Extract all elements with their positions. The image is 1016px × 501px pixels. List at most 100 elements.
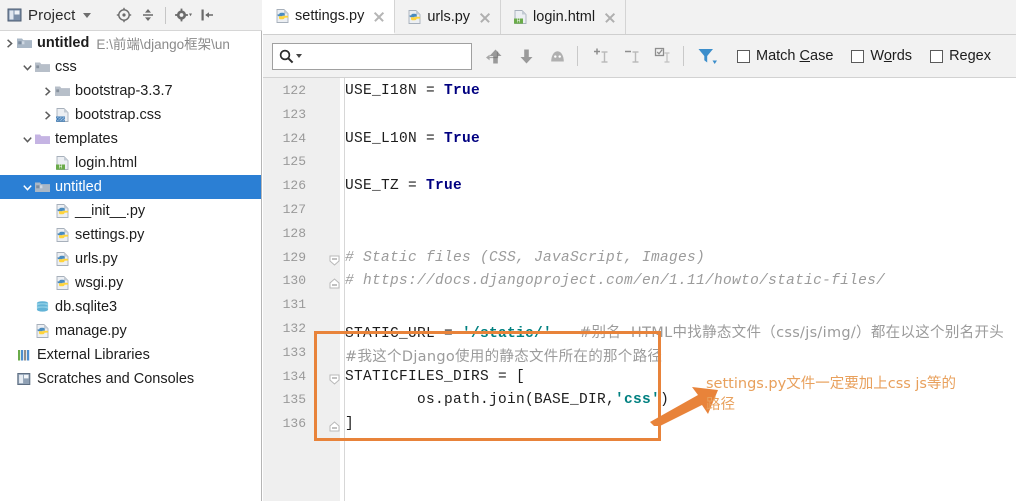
search-input <box>302 43 485 69</box>
tree-item-bootstrap-3-3-7[interactable]: bootstrap-3.3.7 <box>0 79 261 103</box>
tree-item-settings-py[interactable]: settings.py <box>0 223 261 247</box>
editor-tab-label: settings.py <box>295 8 365 24</box>
hide-panel-icon[interactable] <box>196 4 218 26</box>
tree-item-untitled[interactable]: untitled <box>0 175 261 199</box>
fold-start-icon[interactable] <box>329 372 340 385</box>
tree-item-manage-py[interactable]: manage.py <box>0 319 261 343</box>
tree-item-bootstrap-css[interactable]: CSS bootstrap.css <box>0 103 261 127</box>
code-token: USE_I18N = <box>345 83 445 99</box>
editor-tab-urls-py[interactable]: urls.py <box>395 0 502 34</box>
editor-tab-bar: settings.py urls.py Hlogin.html <box>263 0 1016 35</box>
tree-item-label: urls.py <box>75 251 118 267</box>
tree-item-db-sqlite3[interactable]: db.sqlite3 <box>0 295 261 319</box>
python-file-icon <box>34 323 51 339</box>
code-token: os.path.join(BASE_DIR, <box>345 392 616 409</box>
locate-in-tree-icon[interactable] <box>113 4 135 26</box>
find-next-icon[interactable] <box>512 42 540 70</box>
find-toolbar-divider <box>577 46 578 66</box>
html-file-icon: H <box>54 155 71 171</box>
code-token: #我这个Django使用的静态文件所在的那个路径 <box>345 348 663 365</box>
fold-end-icon[interactable] <box>329 419 340 432</box>
gear-icon[interactable] <box>172 4 194 26</box>
folder-icon <box>34 59 51 75</box>
code-line: os.path.join(BASE_DIR,'css') <box>345 392 669 408</box>
fold-end-icon[interactable] <box>329 276 340 289</box>
tree-item-wsgi-py[interactable]: wsgi.py <box>0 271 261 295</box>
find-all-icon[interactable] <box>543 42 571 70</box>
chevron-right-icon[interactable] <box>40 108 54 122</box>
code-token: STATIC_URL = <box>345 326 463 342</box>
tree-item-label: db.sqlite3 <box>55 299 118 315</box>
tree-item-scratches-and-consoles[interactable]: Scratches and Consoles <box>0 367 261 391</box>
search-field-container[interactable] <box>272 42 499 70</box>
pycharm-window: Project untitled E:\前端\django框架\un css b… <box>0 0 1016 501</box>
match-case-checkbox[interactable] <box>737 49 750 63</box>
tree-item-label: Scratches and Consoles <box>37 371 195 387</box>
chevron-down-icon[interactable] <box>20 60 34 74</box>
project-toolbar-buttons <box>113 4 218 26</box>
tree-item-urls-py[interactable]: urls.py <box>0 247 261 271</box>
tree-item-css[interactable]: css <box>0 55 261 79</box>
code-line: # https://docs.djangoproject.com/en/1.11… <box>345 273 885 289</box>
gutter-fold-rail <box>340 78 344 501</box>
tree-item-templates[interactable]: templates <box>0 127 261 151</box>
editor-tab-label: login.html <box>533 9 596 25</box>
collapse-all-icon[interactable] <box>137 4 159 26</box>
remove-selection-icon[interactable] <box>618 42 646 70</box>
project-window-icon <box>6 7 23 23</box>
code-token: USE_L10N = <box>345 130 445 147</box>
fold-start-icon[interactable] <box>329 253 340 266</box>
tree-item-label: External Libraries <box>37 347 150 363</box>
line-number: 122 <box>282 83 306 98</box>
code-token: #别名 HTML中找静态文件（css/js/img/）都在以这个别名开头 <box>579 325 1005 341</box>
editor-tab-login-html[interactable]: Hlogin.html <box>501 0 627 34</box>
tree-item-untitled[interactable]: untitled E:\前端\django框架\un <box>0 31 261 55</box>
regex-checkbox[interactable] <box>930 49 944 63</box>
project-tool-window: Project untitled E:\前端\django框架\un css b… <box>0 0 262 501</box>
add-selection-icon[interactable] <box>587 42 615 70</box>
find-toolbar: Match Case Words Regex <box>263 35 1016 78</box>
tree-item-login-html[interactable]: Hlogin.html <box>0 151 261 175</box>
tree-item-label: css <box>55 59 77 75</box>
chevron-down-icon[interactable] <box>83 12 92 18</box>
words-checkbox[interactable] <box>851 49 865 63</box>
tree-item-label: settings.py <box>75 227 145 243</box>
code-line: USE_TZ = True <box>345 178 462 194</box>
editor-gutter[interactable]: 122 123 124 125 126 127 128 129 130 131 132 133 134 1… <box>263 78 345 501</box>
code-token: # Static files (CSS, JavaScript, Images) <box>345 249 706 266</box>
code-editor-surface[interactable]: USE_I18N = True USE_L10N = True USE_TZ = T… <box>345 78 1016 501</box>
line-number: 132 <box>282 321 306 336</box>
close-icon[interactable] <box>603 11 616 24</box>
enter-key-icon <box>485 49 499 63</box>
toolbar-divider <box>165 6 167 24</box>
regex-option[interactable]: Regex <box>930 48 991 64</box>
chevron-right-icon[interactable] <box>40 84 54 98</box>
match-case-option[interactable]: Match Case <box>737 48 833 64</box>
words-option[interactable]: Words <box>851 48 912 64</box>
close-icon[interactable] <box>372 10 385 23</box>
tree-item--init-py[interactable]: __init__.py <box>0 199 261 223</box>
svg-text:H: H <box>517 19 521 25</box>
code-token: True <box>426 178 463 195</box>
chevron-down-icon[interactable] <box>20 180 34 194</box>
tree-item-external-libraries[interactable]: External Libraries <box>0 343 261 367</box>
python-file-icon <box>274 8 290 24</box>
filter-icon[interactable] <box>693 42 721 70</box>
chevron-down-icon[interactable] <box>20 132 34 146</box>
line-number: 127 <box>282 202 306 217</box>
code-line: USE_L10N = True <box>345 131 480 147</box>
line-number: 126 <box>282 178 306 194</box>
database-icon <box>34 299 51 315</box>
close-icon[interactable] <box>478 11 491 24</box>
editor-tab-settings-py[interactable]: settings.py <box>263 0 396 34</box>
tree-item-path: E:\前端\django框架\un <box>96 37 230 52</box>
tree-item-label: templates <box>55 131 118 147</box>
chevron-right-icon[interactable] <box>2 36 16 50</box>
select-all-occurrences-icon[interactable] <box>649 42 677 70</box>
project-file-tree[interactable]: untitled E:\前端\django框架\un css bootstrap-… <box>0 31 261 501</box>
tree-item-label: wsgi.py <box>75 275 124 291</box>
